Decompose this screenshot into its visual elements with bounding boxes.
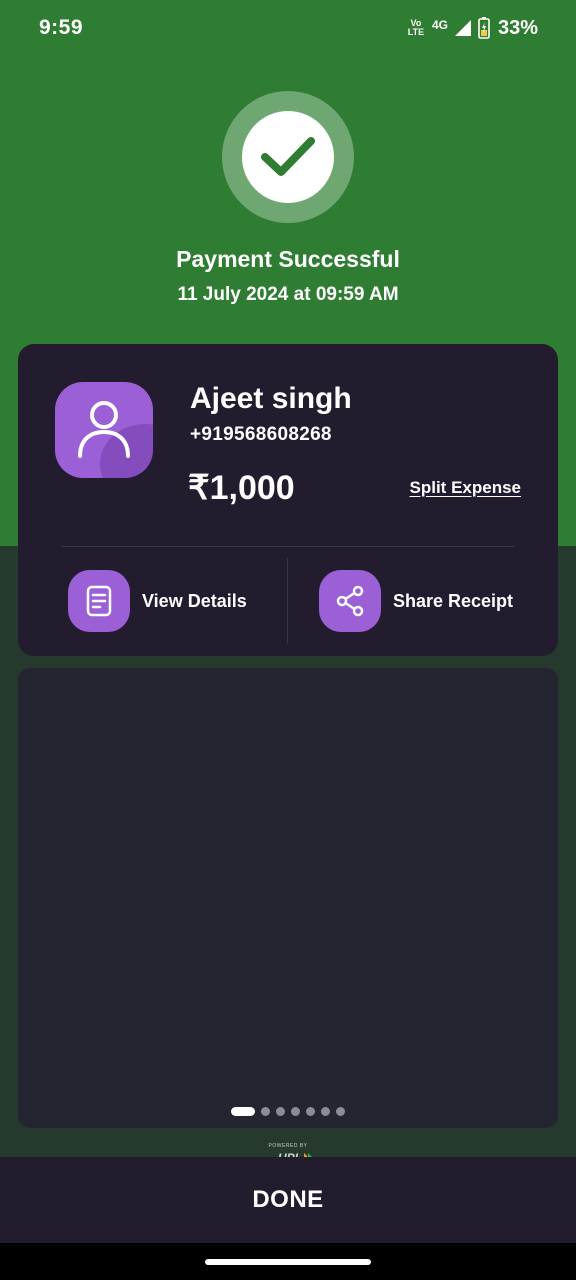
status-bar: 9:59 Vo LTE 4G 33% (0, 0, 576, 56)
done-button[interactable]: DONE (0, 1157, 576, 1243)
check-icon (242, 111, 334, 203)
carousel-dot[interactable] (336, 1107, 345, 1116)
done-label: DONE (252, 1186, 324, 1213)
status-icons: Vo LTE 4G 33% (406, 14, 538, 42)
avatar (55, 382, 153, 478)
person-icon (78, 401, 130, 458)
signal-icon (454, 20, 471, 36)
home-indicator[interactable] (205, 1259, 371, 1265)
promo-banner[interactable] (18, 668, 558, 1128)
page-title: Payment Successful (176, 246, 400, 272)
payee-name: Ajeet singh (190, 382, 352, 415)
payee-phone: +919568608268 (190, 424, 332, 445)
share-receipt-button[interactable]: Share Receipt (319, 570, 513, 632)
carousel-dot[interactable] (261, 1107, 270, 1116)
volte-icon: Vo LTE (407, 18, 425, 37)
carousel-dot[interactable] (276, 1107, 285, 1116)
carousel-dot[interactable] (231, 1107, 255, 1116)
navigation-bar (0, 1243, 576, 1280)
document-icon (68, 570, 130, 632)
split-expense-link[interactable]: Split Expense (410, 478, 521, 498)
view-details-label: View Details (142, 590, 247, 611)
powered-by-label: POWERED BY (268, 1143, 308, 1149)
payee-card: Ajeet singh +919568608268 ₹1,000 Split E… (18, 344, 558, 656)
amount: ₹1,000 (188, 469, 295, 507)
transaction-datetime: 11 July 2024 at 09:59 AM (177, 284, 399, 305)
battery-icon (478, 17, 490, 39)
battery-percent: 33% (497, 16, 538, 39)
view-details-button[interactable]: View Details (68, 570, 247, 632)
carousel-dot[interactable] (306, 1107, 315, 1116)
status-time: 9:59 (39, 16, 84, 39)
carousel-indicator (18, 1107, 558, 1116)
divider (287, 558, 288, 644)
share-receipt-label: Share Receipt (393, 590, 514, 611)
network-type: 4G (431, 18, 448, 32)
carousel-dot[interactable] (291, 1107, 300, 1116)
share-icon (319, 570, 381, 632)
carousel-dot[interactable] (321, 1107, 330, 1116)
divider (62, 546, 514, 547)
